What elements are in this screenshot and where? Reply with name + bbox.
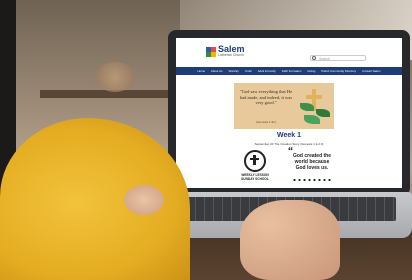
- banner-quote: "God saw everything that He had made, an…: [239, 89, 293, 106]
- background-plant: [95, 62, 135, 92]
- nav-item-directory[interactable]: Parish Community Directory: [321, 69, 356, 73]
- search-icon[interactable]: [312, 56, 316, 60]
- leaf-icon: [304, 115, 320, 124]
- leaf-icon: [316, 109, 330, 117]
- nav-item-worship[interactable]: Worship: [228, 69, 238, 73]
- logo-subtitle: Lutheran Church: [218, 53, 245, 57]
- nav-item-about[interactable]: About Us: [211, 69, 223, 73]
- laptop-screen: Salem Lutheran Church Search Home About …: [176, 38, 402, 188]
- person-left-hand: [124, 185, 164, 215]
- weekly-cross-bar-icon: [250, 158, 259, 160]
- background-shelf: [40, 90, 170, 98]
- nav-item-adult-family[interactable]: Adult & Family: [258, 69, 276, 73]
- church-logo-icon[interactable]: [206, 47, 216, 57]
- nav-item-faith-formation[interactable]: Faith Formation: [282, 69, 302, 73]
- weekly-cross-icon: [253, 155, 256, 165]
- leaf-icon: [300, 103, 314, 111]
- weekly-label-line2: SUNDAY SCHOOL: [241, 176, 269, 181]
- cross-bar-icon: [306, 95, 322, 99]
- week-title: Week 1: [277, 132, 301, 139]
- god-created-text: God created the world because God loves …: [292, 153, 332, 171]
- nav-item-contact[interactable]: Contact Salem: [362, 69, 380, 73]
- main-nav: Home About Us Worship Youth Adult & Fami…: [176, 67, 402, 75]
- photo-scene: Salem Lutheran Church Search Home About …: [0, 0, 412, 280]
- banner-citation: (Genesis 1:31): [256, 120, 276, 124]
- search-input[interactable]: Search: [310, 55, 366, 61]
- weekly-lesson-label: WEEKLY LESSON SUNDAY SCHOOL: [232, 173, 278, 182]
- dotted-border: [292, 178, 332, 182]
- person-right-hand: [240, 200, 340, 280]
- scripture-banner: "God saw everything that He had made, an…: [234, 83, 334, 129]
- nav-item-youth[interactable]: Youth: [245, 69, 252, 73]
- nav-item-home[interactable]: Home: [198, 69, 205, 73]
- site-header: Salem Lutheran Church Search: [176, 38, 402, 66]
- nav-item-giving[interactable]: Giving: [307, 69, 315, 73]
